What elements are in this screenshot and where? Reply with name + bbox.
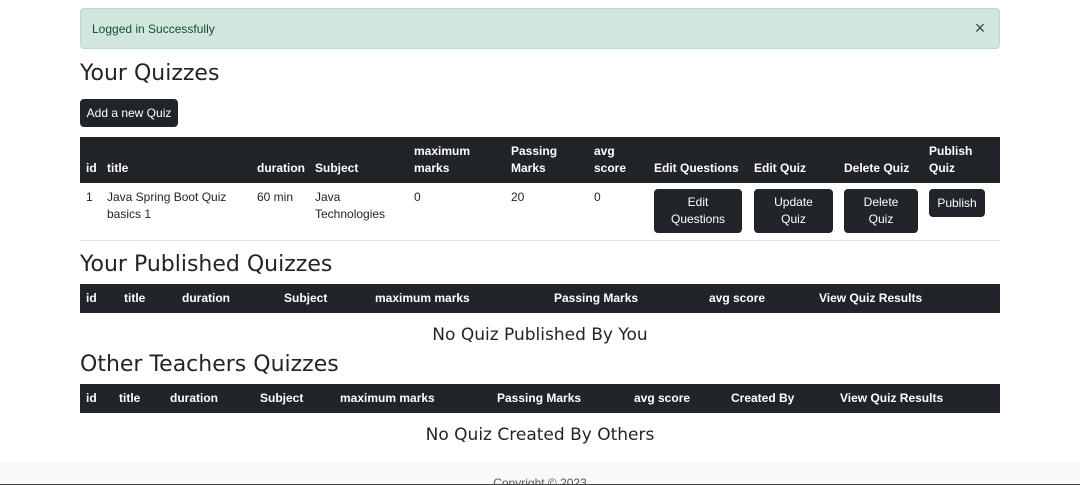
column-header: avg score — [594, 144, 627, 175]
column-header: Subject — [315, 161, 359, 175]
quiz-subject: Java Technologies — [315, 190, 386, 221]
column-header: View Quiz Results — [819, 291, 923, 305]
column-header: title — [119, 391, 141, 405]
column-header: Subject — [260, 391, 304, 405]
quiz-maximum-marks: 0 — [414, 190, 421, 204]
column-header: Passing Marks — [554, 291, 639, 305]
delete-quiz-cell: Delete Quiz — [838, 183, 923, 240]
your-quizzes-table: id title duration Subject maximum marks … — [80, 137, 1000, 241]
column-header: duration — [170, 391, 218, 405]
copyright-text: Copyright © 2023 — [493, 476, 587, 485]
column-header: id — [86, 391, 97, 405]
column-header: maximum marks — [375, 291, 470, 305]
quiz-id: 1 — [86, 190, 93, 204]
column-header: Passing Marks — [497, 391, 582, 405]
publish-quiz-cell: Publish — [923, 183, 1000, 240]
quiz-passing-marks: 20 — [511, 190, 525, 204]
column-header: Passing Marks — [511, 144, 558, 175]
column-header: avg score — [709, 291, 766, 305]
success-alert: Logged in Successfully × — [80, 8, 1000, 49]
published-quizzes-table: id title duration Subject maximum marks … — [80, 284, 1000, 313]
quiz-duration: 60 min — [257, 190, 294, 204]
table-header-row: id title duration Subject maximum marks … — [80, 384, 1000, 413]
update-quiz-button[interactable]: Update Quiz — [754, 189, 833, 233]
edit-questions-cell: Edit Questions — [648, 183, 748, 240]
add-quiz-button[interactable]: Add a new Quiz — [80, 99, 178, 127]
edit-questions-button[interactable]: Edit Questions — [654, 189, 742, 233]
column-header: Edit Quiz — [754, 161, 806, 175]
your-quizzes-heading: Your Quizzes — [80, 61, 220, 86]
other-quizzes-table: id title duration Subject maximum marks … — [80, 384, 1000, 413]
column-header: Edit Questions — [654, 161, 739, 175]
column-header: maximum marks — [340, 391, 435, 405]
column-header: Created By — [731, 391, 795, 405]
column-header: duration — [257, 161, 305, 175]
column-header: title — [107, 161, 129, 175]
table-header-row: id title duration Subject maximum marks … — [80, 284, 1000, 313]
column-header: duration — [182, 291, 230, 305]
no-published-quizzes-message: No Quiz Published By You — [432, 325, 648, 345]
column-header: Subject — [284, 291, 328, 305]
no-other-quizzes-message: No Quiz Created By Others — [425, 425, 655, 445]
column-header: Delete Quiz — [844, 161, 910, 175]
column-header: Publish Quiz — [929, 144, 973, 175]
published-quizzes-heading: Your Published Quizzes — [80, 252, 333, 277]
other-quizzes-heading: Other Teachers Quizzes — [80, 352, 339, 377]
column-header: View Quiz Results — [840, 391, 944, 405]
table-row: 1 Java Spring Boot Quiz basics 1 60 min … — [80, 183, 1000, 240]
delete-quiz-button[interactable]: Delete Quiz — [844, 189, 918, 233]
alert-message: Logged in Successfully — [92, 21, 215, 36]
publish-button[interactable]: Publish — [929, 189, 985, 217]
column-header: title — [124, 291, 146, 305]
table-header-row: id title duration Subject maximum marks … — [80, 137, 1000, 183]
quiz-avg-score: 0 — [594, 190, 601, 204]
footer: Copyright © 2023 — [0, 462, 1080, 485]
column-header: maximum marks — [414, 144, 471, 175]
edit-quiz-cell: Update Quiz — [748, 183, 838, 240]
column-header: id — [86, 161, 97, 175]
column-header: id — [86, 291, 97, 305]
quiz-title: Java Spring Boot Quiz basics 1 — [107, 190, 227, 221]
column-header: avg score — [634, 391, 691, 405]
close-icon[interactable]: × — [971, 19, 989, 37]
